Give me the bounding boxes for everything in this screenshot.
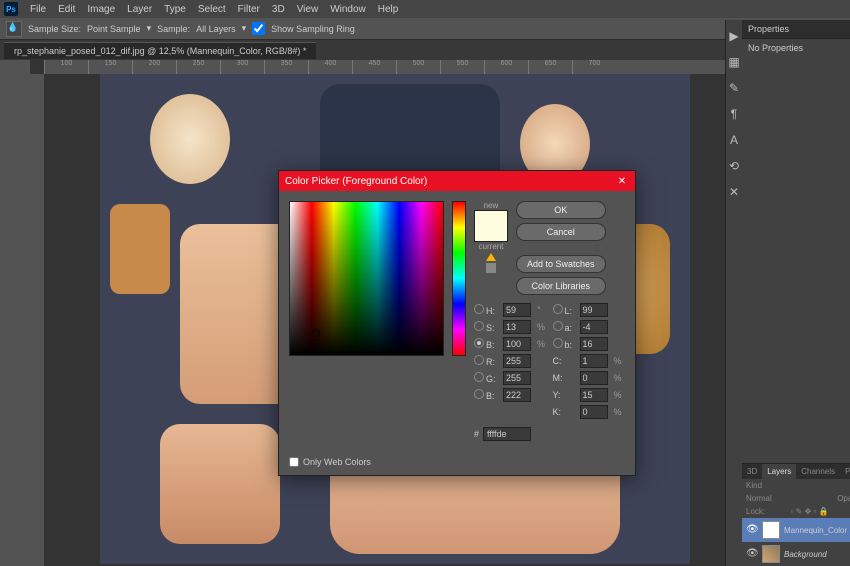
menu-view[interactable]: View	[291, 4, 325, 15]
bc-radio[interactable]	[474, 389, 484, 399]
options-bar: 💧 Sample Size: Point Sample▾ Sample: All…	[0, 18, 850, 40]
play-icon[interactable]: ▶	[726, 28, 742, 44]
menu-help[interactable]: Help	[372, 4, 405, 15]
b-radio[interactable]	[474, 338, 484, 348]
hue-slider[interactable]	[452, 201, 466, 356]
l-field[interactable]	[580, 303, 608, 317]
blend-mode[interactable]: Normal	[746, 494, 772, 503]
close-icon[interactable]: ✕	[615, 174, 629, 188]
properties-panel-header[interactable]: Properties	[742, 20, 850, 39]
type-icon[interactable]: A	[726, 132, 742, 148]
c-field[interactable]	[580, 354, 608, 368]
layer-row[interactable]: 👁 Background	[742, 542, 850, 566]
show-ring-checkbox[interactable]	[252, 22, 265, 35]
blab-field[interactable]	[580, 337, 608, 351]
canvas-content	[150, 94, 230, 184]
paragraph-icon[interactable]: ¶	[726, 106, 742, 122]
dialog-titlebar[interactable]: Color Picker (Foreground Color) ✕	[279, 171, 635, 191]
bc-field[interactable]	[503, 388, 531, 402]
a-radio[interactable]	[553, 321, 563, 331]
app-icon: Ps	[4, 2, 18, 16]
ruler-vertical	[30, 74, 44, 566]
canvas-content	[110, 204, 170, 294]
layer-thumb	[762, 545, 780, 563]
menu-bar: Ps File Edit Image Layer Type Select Fil…	[0, 0, 850, 18]
brush-icon[interactable]: ✎	[726, 80, 742, 96]
tab-layers[interactable]: Layers	[762, 464, 796, 479]
r-radio[interactable]	[474, 355, 484, 365]
menu-file[interactable]: File	[24, 4, 52, 15]
tool-strip[interactable]	[0, 60, 30, 566]
s-field[interactable]	[503, 320, 531, 334]
b-field[interactable]	[503, 337, 531, 351]
gamut-warning-icon[interactable]	[486, 253, 496, 261]
layer-row[interactable]: 👁 Mannequin_Color	[742, 518, 850, 542]
layers-kind[interactable]: Kind	[746, 481, 762, 490]
swatches-icon[interactable]: ▦	[726, 54, 742, 70]
web-colors-label: Only Web Colors	[303, 457, 371, 467]
show-ring-label: Show Sampling Ring	[271, 24, 355, 34]
ruler-icon[interactable]: ✕	[726, 184, 742, 200]
add-swatches-button[interactable]: Add to Swatches	[516, 255, 606, 273]
layer-name: Mannequin_Color	[784, 526, 847, 535]
visibility-icon[interactable]: 👁	[746, 548, 758, 560]
menu-image[interactable]: Image	[81, 4, 121, 15]
hex-field[interactable]	[483, 427, 531, 441]
new-color-swatch	[474, 210, 508, 242]
document-tab[interactable]: rp_stephanie_posed_012_dif.jpg @ 12,5% (…	[4, 42, 316, 59]
canvas-content	[160, 424, 280, 544]
color-libraries-button[interactable]: Color Libraries	[516, 277, 606, 295]
cancel-button[interactable]: Cancel	[516, 223, 606, 241]
dialog-title: Color Picker (Foreground Color)	[285, 176, 427, 187]
tab-paths[interactable]: Paths	[840, 464, 850, 479]
layer-thumb	[762, 521, 780, 539]
g-field[interactable]	[503, 371, 531, 385]
menu-window[interactable]: Window	[324, 4, 372, 15]
menu-type[interactable]: Type	[158, 4, 192, 15]
g-radio[interactable]	[474, 372, 484, 382]
eyedropper-icon[interactable]: 💧	[6, 21, 22, 37]
document-tabs: rp_stephanie_posed_012_dif.jpg @ 12,5% (…	[0, 40, 850, 60]
color-picker-dialog: Color Picker (Foreground Color) ✕ new cu…	[278, 170, 636, 476]
menu-edit[interactable]: Edit	[52, 4, 81, 15]
menu-filter[interactable]: Filter	[232, 4, 266, 15]
layers-panel: 3D Layers Channels Paths Kind ▫▫▫▫ Norma…	[742, 463, 850, 566]
web-colors-checkbox[interactable]	[289, 457, 299, 467]
h-field[interactable]	[503, 303, 531, 317]
blab-radio[interactable]	[553, 338, 563, 348]
sample-size-label: Sample Size:	[28, 24, 81, 34]
visibility-icon[interactable]: 👁	[746, 524, 758, 536]
h-radio[interactable]	[474, 304, 484, 314]
ruler-horizontal: 100150200250300350400450500550600650700	[44, 60, 725, 74]
l-radio[interactable]	[553, 304, 563, 314]
menu-3d[interactable]: 3D	[266, 4, 291, 15]
color-marker[interactable]	[312, 329, 320, 337]
current-label: current	[479, 242, 504, 251]
websafe-icon[interactable]	[486, 263, 496, 273]
ok-button[interactable]: OK	[516, 201, 606, 219]
sample-label: Sample:	[157, 24, 190, 34]
a-field[interactable]	[580, 320, 608, 334]
properties-empty: No Properties	[748, 43, 803, 53]
tab-channels[interactable]: Channels	[796, 464, 840, 479]
menu-select[interactable]: Select	[192, 4, 232, 15]
m-field[interactable]	[580, 371, 608, 385]
y-field[interactable]	[580, 388, 608, 402]
layer-name: Background	[784, 550, 827, 559]
sample-size-value[interactable]: Point Sample	[87, 24, 141, 34]
opacity-label: Opacity:	[837, 494, 850, 503]
tab-3d[interactable]: 3D	[742, 464, 762, 479]
panel-icon-strip: ▶ ▦ ✎ ¶ A ⟲ ✕	[725, 20, 742, 566]
r-field[interactable]	[503, 354, 531, 368]
menu-layer[interactable]: Layer	[121, 4, 158, 15]
k-field[interactable]	[580, 405, 608, 419]
measure-icon[interactable]: ⟲	[726, 158, 742, 174]
lock-label: Lock:	[746, 507, 765, 516]
new-label: new	[484, 201, 499, 210]
color-field[interactable]	[289, 201, 444, 356]
s-radio[interactable]	[474, 321, 484, 331]
sample-value[interactable]: All Layers	[196, 24, 236, 34]
